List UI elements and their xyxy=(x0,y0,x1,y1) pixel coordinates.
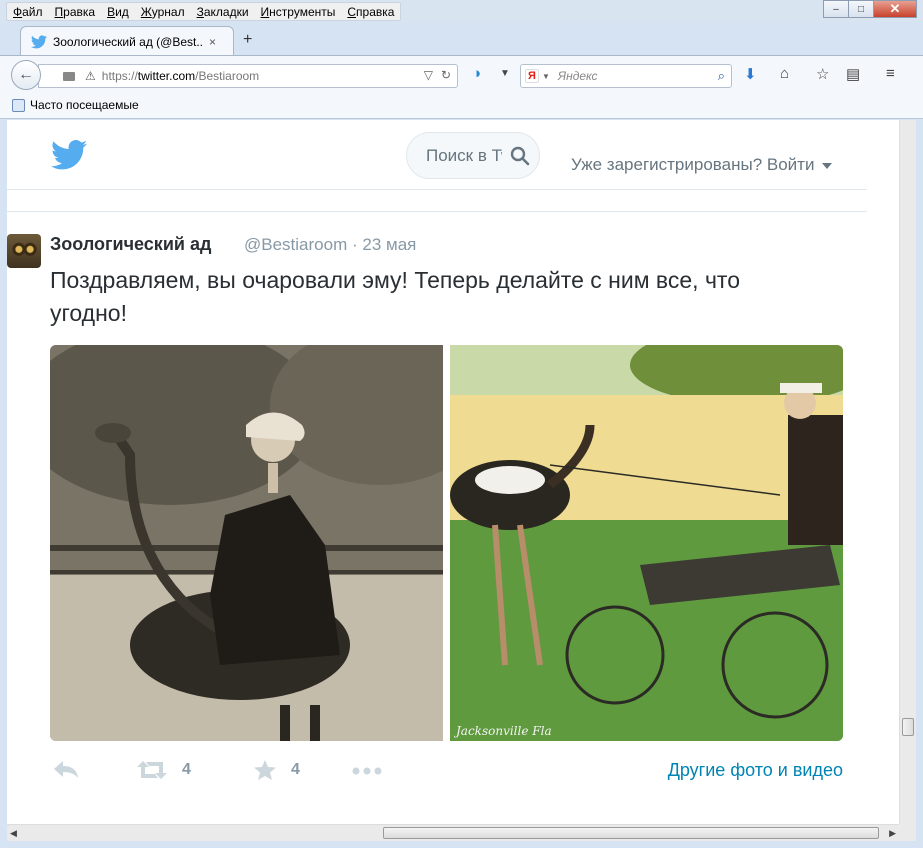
tweet-handle[interactable]: @Bestiaroom xyxy=(244,235,347,254)
tweet-meta: @Bestiaroom · 23 мая xyxy=(244,235,416,255)
address-bar[interactable]: ⚠ https://twitter.com/Bestiaroom ▽ ↻ xyxy=(38,64,458,88)
sync-icon[interactable]: ◑ xyxy=(472,65,481,82)
tweet-date[interactable]: 23 мая xyxy=(362,235,416,254)
dropdown-arrow-icon[interactable]: ▽ xyxy=(424,68,433,82)
tweet-actions: 4 4 Другие фото и видео xyxy=(50,757,843,787)
favorite-count: 4 xyxy=(291,761,300,778)
tab-title: Зоологический ад (@Best... xyxy=(53,34,203,49)
new-tab-button[interactable]: + xyxy=(243,31,252,49)
home-icon[interactable]: ⌂ xyxy=(780,65,789,82)
twitter-search-input[interactable]: Поиск в Twitter xyxy=(406,132,540,179)
close-window-button[interactable]: ✕ xyxy=(873,0,917,18)
maximize-button[interactable]: □ xyxy=(848,0,874,18)
menu-tools[interactable]: Инструменты xyxy=(255,3,342,20)
more-media-link[interactable]: Другие фото и видео xyxy=(668,760,843,781)
scroll-left-icon[interactable]: ◀ xyxy=(10,828,17,839)
bookmarks-toolbar: Часто посещаемые xyxy=(0,93,923,119)
search-bar[interactable]: Я ▼ Яндекс ⌕ xyxy=(520,64,732,88)
twitter-search-placeholder: Поиск в Twitter xyxy=(426,145,502,165)
vertical-scroll-thumb[interactable] xyxy=(902,718,914,736)
bookmark-most-visited[interactable]: Часто посещаемые xyxy=(12,98,139,112)
menu-hamburger-icon[interactable]: ≡ xyxy=(886,65,895,82)
engine-dropdown-icon[interactable]: ▼ xyxy=(542,72,550,81)
login-text: Уже зарегистрированы? Войти xyxy=(571,155,815,174)
url-actions: ▽ ↻ xyxy=(424,68,451,82)
tweet-text: Поздравляем, вы очаровали эму! Теперь де… xyxy=(50,267,740,326)
tweet-author-name[interactable]: Зоологический ад xyxy=(50,234,211,255)
menu-help[interactable]: Справка xyxy=(341,3,400,20)
back-arrow-icon: ← xyxy=(18,66,34,83)
bookmarks-list-icon[interactable]: ▤ xyxy=(846,65,860,83)
bookmark-label: Часто посещаемые xyxy=(30,98,139,112)
magnifier-icon[interactable] xyxy=(510,146,530,166)
menu-view[interactable]: Вид xyxy=(101,3,135,20)
retweet-button[interactable]: 4 xyxy=(136,759,191,781)
bookmark-star-icon[interactable]: ☆ xyxy=(816,65,829,83)
window-controls: – □ ✕ xyxy=(823,0,917,18)
menu-bookmarks[interactable]: Закладки xyxy=(191,3,255,20)
tab-bar: Зоологический ад (@Best... × + xyxy=(0,22,923,56)
photo-right-illustration: Jacksonville Fla xyxy=(450,345,843,741)
photo-woman-on-ostrich[interactable] xyxy=(50,345,443,741)
menu-bar: Файл Правка Вид Журнал Закладки Инструме… xyxy=(0,0,923,22)
favorite-button[interactable]: 4 xyxy=(253,759,300,781)
warning-icon[interactable]: ⚠ xyxy=(85,69,96,83)
dropdown-icon[interactable]: ▼ xyxy=(500,68,510,79)
star-icon xyxy=(254,760,276,780)
navigation-bar: ⚠ https://twitter.com/Bestiaroom ▽ ↻ ← ◑… xyxy=(0,55,923,93)
search-placeholder: Яндекс xyxy=(557,69,598,83)
tab-close-icon[interactable]: × xyxy=(209,35,216,49)
retweet-count: 4 xyxy=(182,761,191,778)
scroll-right-icon[interactable]: ▶ xyxy=(889,828,896,839)
twitter-header: Поиск в Twitter Уже зарегистрированы? Во… xyxy=(7,120,867,190)
photo-caption: Jacksonville Fla xyxy=(453,724,552,738)
login-dropdown[interactable]: Уже зарегистрированы? Войти xyxy=(571,155,833,175)
twitter-favicon-icon xyxy=(31,34,47,48)
menu-file[interactable]: Файл xyxy=(7,3,49,20)
menu-edit[interactable]: Правка xyxy=(49,3,102,20)
reload-icon[interactable]: ↻ xyxy=(441,68,451,82)
minimize-button[interactable]: – xyxy=(823,0,849,18)
url-text: https://twitter.com/Bestiaroom xyxy=(101,69,260,83)
back-button[interactable]: ← xyxy=(11,60,41,90)
reply-icon xyxy=(54,761,78,778)
vertical-scrollbar[interactable] xyxy=(899,120,916,824)
tweet-photos: Jacksonville Fla xyxy=(50,345,843,741)
more-dots-icon xyxy=(352,767,382,775)
tweet: Зоологический ад @Bestiaroom · 23 мая По… xyxy=(7,212,867,824)
tab-twitter[interactable]: Зоологический ад (@Best... × xyxy=(20,26,234,56)
more-actions-button[interactable] xyxy=(352,767,382,775)
photo-ostrich-cart[interactable]: Jacksonville Fla xyxy=(450,345,843,741)
horizontal-scrollbar[interactable]: ◀ ▶ xyxy=(7,824,899,841)
avatar[interactable] xyxy=(7,234,41,268)
page-viewport: Поиск в Twitter Уже зарегистрированы? Во… xyxy=(7,120,899,824)
retweet-icon xyxy=(137,761,167,779)
yandex-logo-icon[interactable]: Я xyxy=(525,69,539,83)
menu-strip: Файл Правка Вид Журнал Закладки Инструме… xyxy=(6,2,402,21)
download-icon[interactable]: ⬇ xyxy=(744,65,757,83)
twitter-bird-icon[interactable] xyxy=(51,140,87,170)
search-icon[interactable]: ⌕ xyxy=(718,68,725,84)
photo-left-illustration xyxy=(50,345,443,741)
scroll-corner xyxy=(899,824,916,841)
most-visited-icon xyxy=(12,98,25,112)
timeline-separator xyxy=(7,190,867,212)
tweet-separator: · xyxy=(351,235,358,254)
reply-button[interactable] xyxy=(52,759,80,779)
horizontal-scroll-thumb[interactable] xyxy=(383,827,879,839)
page-icon xyxy=(63,71,75,81)
menu-history[interactable]: Журнал xyxy=(135,3,191,20)
caret-down-icon xyxy=(822,162,833,169)
